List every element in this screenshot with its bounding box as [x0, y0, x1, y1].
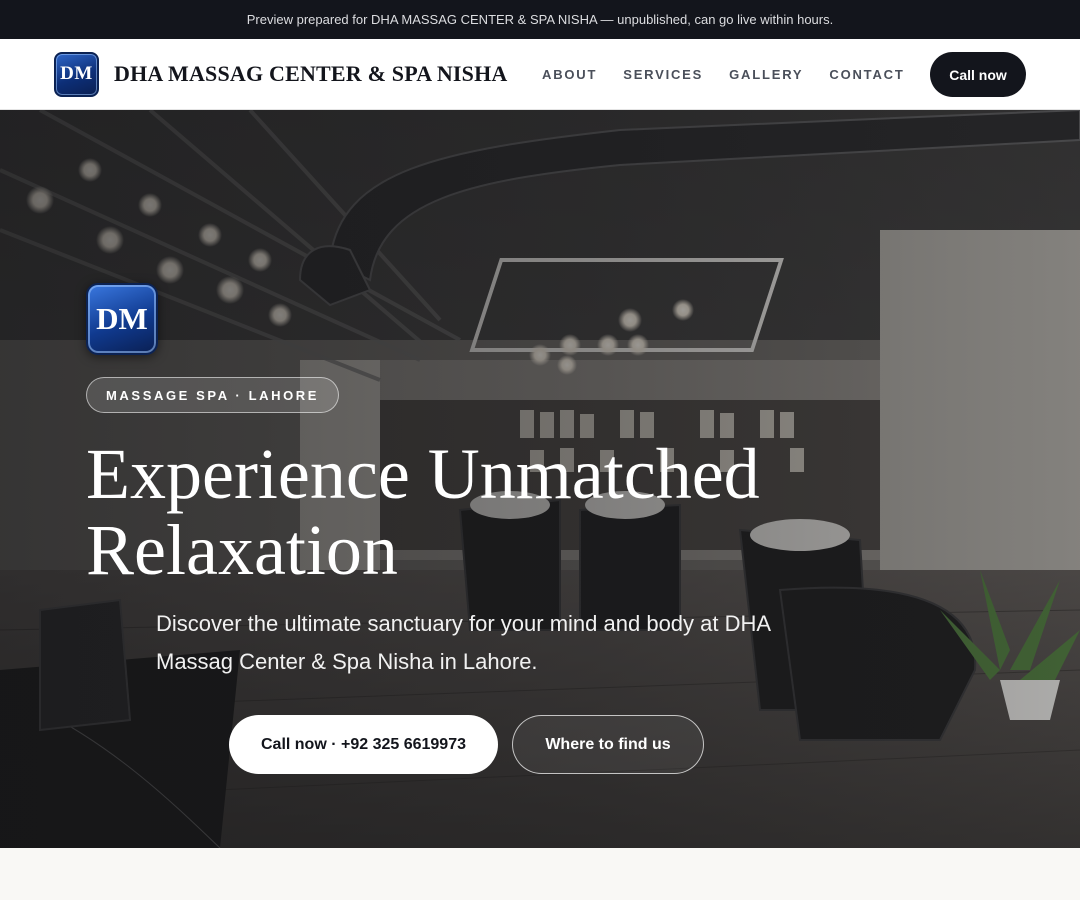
logo-badge[interactable]: DM: [54, 51, 99, 97]
hero-directions-button[interactable]: Where to find us: [512, 715, 704, 774]
hero-subtitle: Discover the ultimate sanctuary for your…: [156, 611, 770, 674]
nav-about[interactable]: ABOUT: [542, 67, 597, 82]
preview-banner: Preview prepared for DHA MASSAG CENTER &…: [0, 0, 1080, 39]
hero-call-button[interactable]: Call now · +92 325 6619973: [229, 715, 498, 774]
hero-logo-badge: DM: [86, 283, 158, 355]
header-call-button[interactable]: Call now: [930, 52, 1026, 97]
hero-title: Experience Unmatched Relaxation: [86, 434, 760, 590]
hero-tag-badge: MASSAGE SPA · LAHORE: [86, 377, 340, 413]
below-hero-section: [0, 848, 1080, 900]
hero-section: DM MASSAGE SPA · LAHORE Experience Unmat…: [0, 110, 1080, 848]
hero-logo-text: DM: [96, 301, 148, 336]
preview-banner-text: Preview prepared for DHA MASSAG CENTER &…: [246, 12, 834, 27]
site-header: DM DHA MASSAG CENTER & SPA NISHA ABOUT S…: [0, 39, 1080, 110]
nav-services[interactable]: SERVICES: [623, 67, 703, 82]
site-name[interactable]: DHA MASSAG CENTER & SPA NISHA: [114, 61, 508, 87]
nav-gallery[interactable]: GALLERY: [729, 67, 803, 82]
logo-text: DM: [60, 63, 93, 84]
main-nav: ABOUT SERVICES GALLERY CONTACT: [542, 39, 931, 110]
nav-contact[interactable]: CONTACT: [829, 67, 904, 82]
